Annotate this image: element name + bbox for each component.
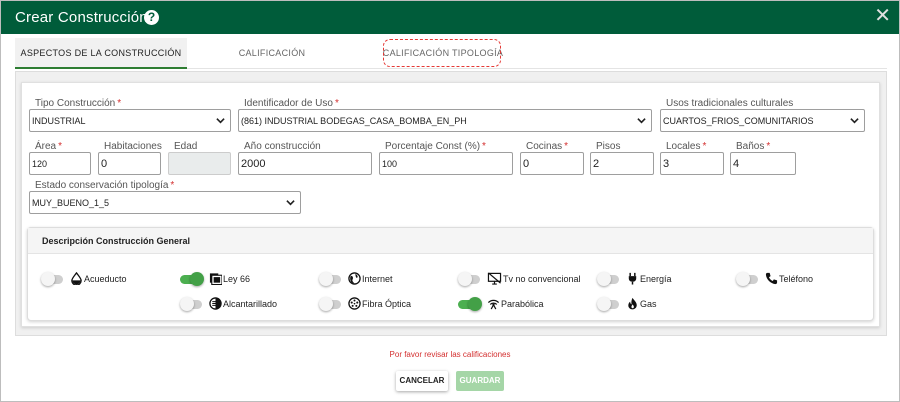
identificador-uso-label: Identificador de Uso * [243, 98, 340, 109]
banos-input[interactable]: 4 [730, 152, 796, 175]
save-button[interactable]: GUARDAR [456, 371, 504, 391]
usos-tradicionales-value: CUARTOS_FRIOS_COMUNITARIOS [663, 116, 814, 126]
tab-calificacion-tipologia[interactable]: CALIFICACIÓN TIPOLOGÍA [357, 38, 529, 69]
estado-conservacion-value: MUY_BUENO_1_5 [32, 198, 110, 208]
acueducto-label: Acueducto [84, 274, 127, 284]
area-label: Área * [34, 141, 64, 152]
cancel-button[interactable]: CANCELAR [396, 371, 448, 391]
tab-aspectos-construccion[interactable]: ASPECTOS DE LA CONSTRUCCIÓN [15, 38, 187, 69]
gas-label: Gas [640, 299, 657, 309]
porcentaje-const-label: Porcentaje Const (%) * [384, 141, 487, 152]
estado-conservacion-label: Estado conservación tipología * [34, 180, 176, 191]
tv-label: Tv no convencional [503, 274, 581, 284]
locales-label: Locales * [665, 141, 708, 152]
area-input[interactable]: 120 [29, 152, 91, 175]
descripcion-header: Descripción Construcción General [28, 228, 873, 254]
help-icon[interactable]: ? [144, 10, 159, 25]
cocinas-label: Cocinas * [525, 141, 570, 152]
validation-message: Por favor revisar las calificaciones [389, 350, 511, 359]
phone-icon [765, 272, 778, 285]
tab-calificacion[interactable]: CALIFICACIÓN [187, 38, 357, 69]
cocinas-field: 0 Cocinas * [520, 141, 584, 175]
anio-construccion-field: 2000 Año construcción [238, 141, 372, 175]
toggle-energia[interactable]: Energía [597, 272, 737, 288]
banos-field: 4 Baños * [730, 141, 796, 175]
toggle-fibra-optica[interactable]: Fibra Óptica [319, 297, 459, 313]
tab-bar: ASPECTOS DE LA CONSTRUCCIÓN CALIFICACIÓN… [15, 38, 887, 69]
globe-icon [348, 272, 361, 285]
sewer-icon [209, 297, 222, 310]
pisos-input[interactable]: 2 [590, 152, 654, 175]
tv-icon [487, 272, 502, 285]
porcentaje-const-field: 100 Porcentaje Const (%) * [379, 141, 513, 175]
tipo-construccion-value: INDUSTRIAL [32, 116, 86, 126]
locales-input[interactable]: 3 [660, 152, 724, 175]
edad-field: Edad [168, 141, 231, 175]
identificador-uso-value: (861) INDUSTRIAL BODEGAS_CASA_BOMBA_EN_P… [241, 116, 467, 126]
descripcion-construccion-card: Descripción Construcción General Acueduc… [27, 227, 874, 321]
habitaciones-input[interactable]: 0 [98, 152, 161, 175]
toggle-tv-no-convencional[interactable]: Tv no convencional [458, 272, 598, 288]
telefono-label: Teléfono [779, 274, 814, 284]
tipo-construccion-field: INDUSTRIAL Tipo Construcción * [29, 98, 231, 132]
tipo-construccion-label: Tipo Construcción * [34, 98, 123, 109]
water-drop-icon [71, 272, 82, 285]
toggle-ley66[interactable]: Ley 66 [180, 272, 320, 288]
book-icon [209, 273, 222, 285]
cocinas-input[interactable]: 0 [520, 152, 584, 175]
porcentaje-const-input[interactable]: 100 [379, 152, 513, 175]
estado-conservacion-field: MUY_BUENO_1_5 Estado conservación tipolo… [29, 180, 301, 214]
close-icon[interactable]: ✕ [874, 6, 891, 26]
pisos-field: 2 Pisos [590, 141, 654, 175]
toggle-telefono[interactable]: Teléfono [736, 272, 856, 288]
fiber-icon [348, 297, 361, 310]
tab-highlight-marker [383, 39, 501, 67]
toggle-gas[interactable]: Gas [597, 297, 737, 313]
fibra-label: Fibra Óptica [362, 299, 412, 309]
construction-form: INDUSTRIAL Tipo Construcción * (861) INDU… [21, 82, 880, 327]
toggle-acueducto[interactable]: Acueducto [41, 272, 181, 288]
edad-input [168, 152, 231, 175]
toggle-parabolica[interactable]: Parabólica [458, 297, 598, 313]
construction-panel: INDUSTRIAL Tipo Construcción * (861) INDU… [15, 71, 887, 336]
energia-label: Energía [640, 274, 672, 284]
usos-tradicionales-field: CUARTOS_FRIOS_COMUNITARIOS Usos tradicio… [660, 98, 865, 132]
ley66-label: Ley 66 [223, 274, 251, 284]
anio-construccion-input[interactable]: 2000 [238, 152, 372, 175]
parabolica-label: Parabólica [501, 299, 544, 309]
tipo-construccion-select[interactable]: INDUSTRIAL [29, 109, 231, 132]
plug-icon [628, 272, 637, 285]
toggle-internet[interactable]: Internet [319, 272, 459, 288]
alcantarillado-label: Alcantarillado [223, 299, 278, 309]
toggle-alcantarillado[interactable]: Alcantarillado [180, 297, 320, 313]
flame-icon [628, 297, 637, 310]
chevron-down-icon [216, 118, 225, 124]
internet-label: Internet [362, 274, 393, 284]
chevron-down-icon [637, 118, 646, 124]
satellite-dish-icon [487, 299, 500, 310]
edad-label: Edad [174, 141, 198, 152]
anio-construccion-label: Año construcción [243, 141, 322, 152]
usos-tradicionales-label: Usos tradicionales culturales [665, 98, 795, 109]
banos-label: Baños * [735, 141, 772, 152]
estado-conservacion-select[interactable]: MUY_BUENO_1_5 [29, 191, 301, 214]
identificador-uso-select[interactable]: (861) INDUSTRIAL BODEGAS_CASA_BOMBA_EN_P… [238, 109, 652, 132]
chevron-down-icon [286, 200, 295, 206]
descripcion-title: Descripción Construcción General [42, 236, 191, 246]
area-field: 120 Área * [29, 141, 91, 175]
dialog-title: Crear Construcción [15, 9, 148, 26]
usos-tradicionales-select[interactable]: CUARTOS_FRIOS_COMUNITARIOS [660, 109, 865, 132]
crear-construccion-dialog: Crear Construcción ? ✕ ASPECTOS DE LA CO… [0, 0, 900, 402]
locales-field: 3 Locales * [660, 141, 724, 175]
pisos-label: Pisos [595, 141, 622, 152]
chevron-down-icon [850, 118, 859, 124]
identificador-uso-field: (861) INDUSTRIAL BODEGAS_CASA_BOMBA_EN_P… [238, 98, 652, 132]
habitaciones-field: 0 Habitaciones [98, 141, 163, 175]
dialog-titlebar: Crear Construcción ? ✕ [1, 1, 899, 34]
habitaciones-label: Habitaciones [103, 141, 163, 152]
